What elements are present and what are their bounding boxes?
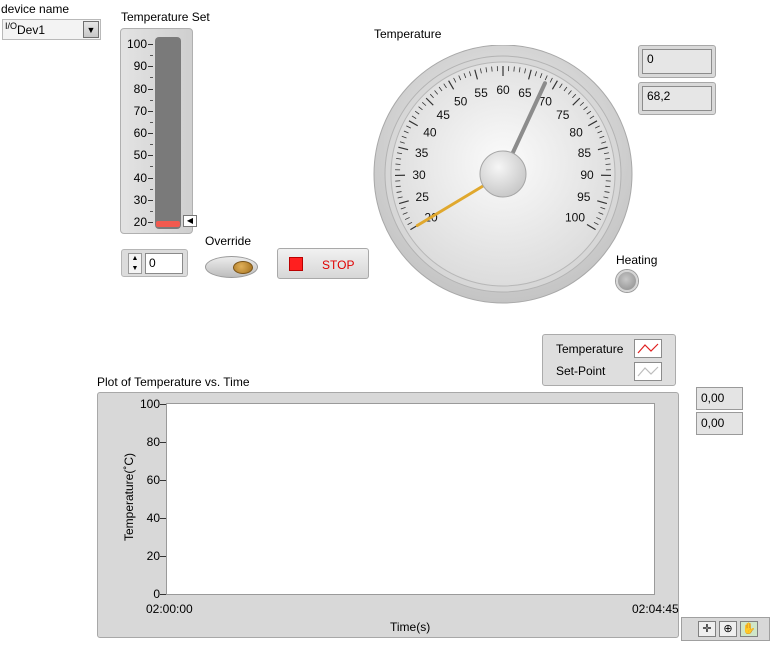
scale-tick bbox=[148, 133, 153, 134]
scale-tick-label: 70 bbox=[133, 103, 147, 118]
legend-setpoint-label: Set-Point bbox=[556, 364, 606, 378]
scale-tick bbox=[148, 177, 153, 179]
gauge-tick-label: 50 bbox=[454, 94, 468, 108]
zoom-icon[interactable]: ⊕ bbox=[719, 621, 737, 637]
indicator-top-value: 0 bbox=[642, 49, 712, 74]
stop-button[interactable]: STOP bbox=[277, 248, 369, 279]
scale-minor-tick bbox=[150, 99, 153, 101]
graph-title: Plot of Temperature vs. Time bbox=[97, 375, 250, 389]
legend-temperature-label: Temperature bbox=[556, 342, 624, 356]
scale-minor-tick bbox=[150, 210, 153, 212]
gauge-tick-label: 100 bbox=[565, 210, 585, 224]
heating-led bbox=[616, 270, 638, 292]
scale-tick bbox=[148, 110, 153, 112]
y-tick-label: 0 bbox=[153, 587, 160, 601]
override-toggle[interactable] bbox=[205, 256, 258, 278]
gauge-tick-label: 30 bbox=[412, 168, 426, 182]
temperature-set-label: Temperature Set bbox=[121, 10, 210, 24]
toggle-knob bbox=[233, 261, 253, 274]
scale-tick-label: 90 bbox=[133, 59, 147, 74]
y-tick bbox=[160, 556, 166, 557]
gauge-tick-label: 85 bbox=[578, 146, 592, 160]
slider-handle-icon[interactable]: ◀ bbox=[183, 215, 197, 227]
gauge-tick-label: 75 bbox=[556, 108, 570, 122]
numeric-control-value[interactable]: 0 bbox=[145, 253, 183, 274]
scale-minor-tick bbox=[150, 77, 153, 79]
scale-tick-label: 30 bbox=[133, 192, 147, 207]
scale-tick bbox=[148, 155, 153, 157]
device-name-value: Dev1 bbox=[17, 23, 46, 37]
gauge-tick-label: 95 bbox=[577, 190, 591, 204]
legend-temperature-swatch bbox=[634, 339, 662, 358]
y-axis-label: Temperature(˚C) bbox=[122, 452, 136, 542]
cursor-x-indicator: 0,00 bbox=[696, 387, 743, 410]
gauge-tick-label: 90 bbox=[580, 168, 594, 182]
scale-minor-tick bbox=[150, 144, 153, 146]
x-axis-label: Time(s) bbox=[390, 620, 431, 634]
gauge-tick-label: 25 bbox=[416, 190, 430, 204]
gauge-minor-tick bbox=[491, 66, 493, 72]
plot-area[interactable] bbox=[166, 403, 655, 595]
cursor-move-icon[interactable]: ✛ bbox=[698, 621, 716, 637]
scale-tick bbox=[148, 88, 153, 90]
legend-setpoint-swatch bbox=[634, 362, 662, 381]
indicator-top: 0 bbox=[638, 45, 716, 78]
y-tick-label: 100 bbox=[139, 397, 160, 411]
gauge-minor-tick bbox=[513, 66, 515, 72]
io-name-icon: I/O bbox=[5, 21, 18, 31]
gauge-label: Temperature bbox=[374, 27, 442, 41]
cursor-y-indicator: 0,00 bbox=[696, 412, 743, 435]
indicator-second-value: 68,2 bbox=[642, 86, 712, 111]
y-tick bbox=[160, 442, 166, 443]
stop-square-icon bbox=[289, 257, 303, 271]
gauge-tick-label: 65 bbox=[518, 86, 532, 100]
scale-minor-tick bbox=[150, 55, 153, 57]
graph-palette: ✛ ⊕ ✋ bbox=[681, 617, 770, 641]
scale-tick-label: 20 bbox=[133, 215, 147, 229]
scale-minor-tick bbox=[150, 188, 153, 190]
y-tick-label: 20 bbox=[146, 549, 160, 563]
scale-tick-label: 60 bbox=[133, 126, 147, 140]
scale-tick-label: 100 bbox=[126, 37, 147, 51]
x-axis-end-label: 02:04:45 bbox=[632, 602, 679, 616]
device-name-label: device name bbox=[1, 2, 70, 16]
scale-minor-tick bbox=[150, 166, 153, 168]
scale-minor-tick bbox=[150, 121, 153, 123]
scale-tick-label: 80 bbox=[133, 81, 147, 96]
scale-tick bbox=[148, 199, 153, 201]
gauge-tick-label: 60 bbox=[496, 83, 510, 97]
gauge-tick-label: 80 bbox=[569, 126, 583, 140]
y-tick bbox=[160, 404, 166, 405]
x-axis-start-label: 02:00:00 bbox=[146, 602, 193, 616]
gauge-tick-label: 55 bbox=[474, 86, 488, 100]
y-tick bbox=[160, 480, 166, 481]
chevron-down-icon[interactable]: ▼ bbox=[83, 21, 99, 38]
temperature-set-track bbox=[155, 37, 181, 229]
scale-tick bbox=[148, 44, 153, 45]
heating-label: Heating bbox=[616, 253, 658, 267]
gauge-tick-label: 45 bbox=[437, 108, 451, 122]
indicator-second: 68,2 bbox=[638, 82, 716, 115]
gauge-tick-label: 40 bbox=[423, 126, 437, 140]
gauge-tick-label: 35 bbox=[415, 146, 429, 160]
device-name-select[interactable]: I/O Dev1 ▼ bbox=[2, 19, 101, 40]
y-tick-label: 80 bbox=[146, 435, 160, 449]
y-tick bbox=[160, 518, 166, 519]
scale-tick-label: 50 bbox=[133, 148, 147, 163]
scale-tick bbox=[148, 66, 153, 68]
stop-button-label: STOP bbox=[322, 258, 355, 272]
plot-legend[interactable]: Temperature Set-Point bbox=[542, 334, 676, 386]
increment-decrement-icon[interactable]: ▲ ▼ bbox=[128, 253, 142, 274]
y-tick bbox=[160, 594, 166, 595]
temperature-gauge: 20253035404550556065707580859095100 bbox=[373, 45, 633, 304]
scale-tick-label: 40 bbox=[133, 170, 147, 185]
temperature-set-fill bbox=[156, 221, 180, 227]
scale-tick bbox=[148, 222, 153, 223]
override-label: Override bbox=[205, 234, 252, 248]
pan-hand-icon[interactable]: ✋ bbox=[740, 621, 758, 637]
